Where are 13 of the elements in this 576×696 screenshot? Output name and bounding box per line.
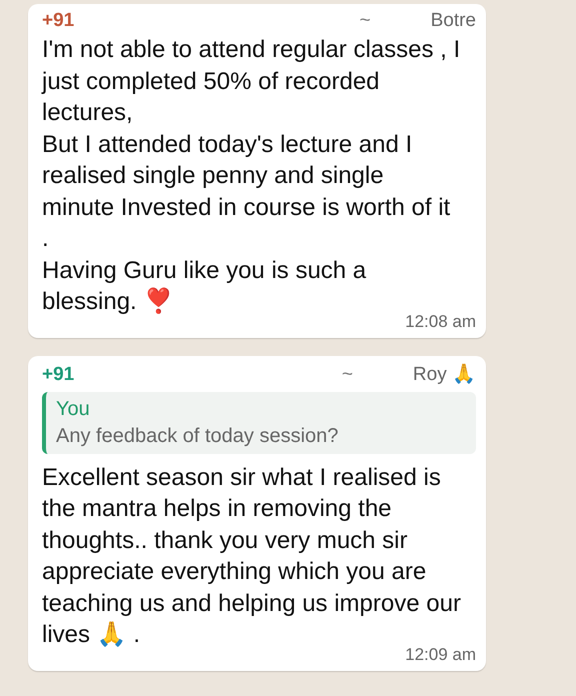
sender-phone: +91 bbox=[42, 364, 76, 386]
sender-tilde: ~ bbox=[359, 10, 371, 32]
sender-tilde: ~ bbox=[342, 364, 353, 386]
quote-text: Any feedback of today session? bbox=[56, 424, 340, 448]
quoted-message[interactable]: You Any feedback of today session? bbox=[42, 392, 476, 454]
message-text: Having Guru like you is such a blessing. ❣ bbox=[42, 256, 368, 317]
quote-author: You bbox=[56, 398, 91, 420]
sender-phone: +91 bbox=[42, 10, 76, 32]
message-text: But I attended today's lecture and I realised single penny and single minute Invested in course is worth of it . bbox=[42, 130, 452, 254]
message-text: I'm not able to attend regular classes , I just completed 50% of recorded lectures, bbox=[42, 35, 462, 128]
sender-name: Botre bbox=[430, 10, 476, 32]
sender-name: Roy 🙏 bbox=[412, 362, 476, 386]
message-time: 12:08 am bbox=[405, 312, 476, 332]
